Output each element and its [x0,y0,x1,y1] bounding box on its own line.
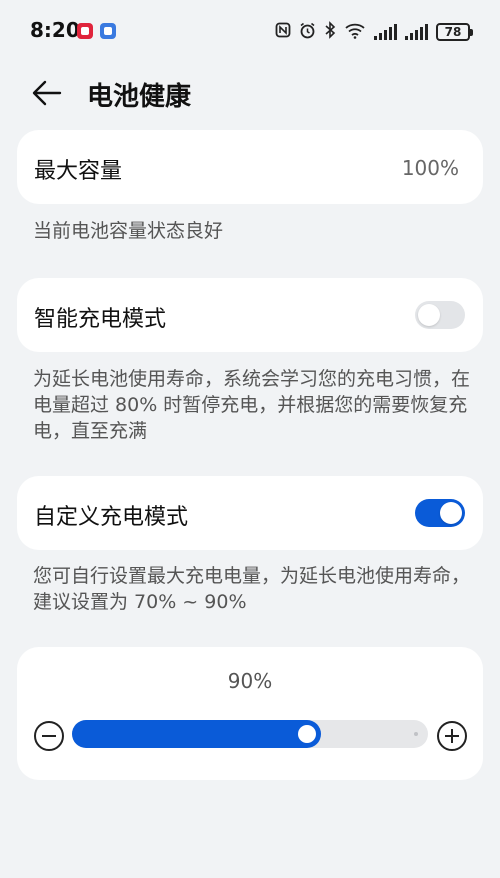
toggle-knob [418,304,440,326]
smart-charging-toggle[interactable] [415,301,465,329]
minus-circle-icon[interactable] [34,721,64,751]
status-icons: 78 [275,21,473,43]
charge-limit-value: 90% [227,669,273,693]
battery-icon: 78 [436,23,473,41]
smart-charging-description: 为延长电池使用寿命，系统会学习您的充电习惯，在电量超过 80% 时暂停充电，并根… [33,368,471,442]
custom-charging-description: 您可自行设置最大充电电量，为延长电池使用寿命，建议设置为 70% ~ 90% [33,565,471,613]
arrow-left-icon [32,80,62,106]
notification-app-icon [100,23,116,39]
max-capacity-card[interactable]: 最大容量 100% [17,130,483,204]
slider-fill [72,720,321,748]
header: 电池健康 [0,62,500,124]
status-bar: 8:20 78 [0,0,500,62]
custom-charging-toggle[interactable] [415,499,465,527]
signal-icon [405,24,428,40]
custom-charging-label: 自定义充电模式 [34,505,189,530]
nfc-icon [275,22,291,42]
signal-icon [374,24,397,40]
slider-end-dot [414,732,418,736]
page-title: 电池健康 [87,82,192,112]
charge-limit-card: 90% [17,647,483,780]
wifi-icon [344,22,366,43]
smart-charging-card: 智能充电模式 [17,278,483,352]
max-capacity-label: 最大容量 [34,159,123,184]
slider-thumb[interactable] [298,725,316,743]
plus-circle-icon[interactable] [437,721,467,751]
back-button[interactable] [30,78,64,108]
max-capacity-value: 100% [401,156,459,180]
custom-charging-card: 自定义充电模式 [17,476,483,550]
charge-limit-slider[interactable] [72,720,428,748]
max-capacity-description: 当前电池容量状态良好 [33,220,224,242]
toggle-knob [440,502,462,524]
alarm-icon [299,22,316,43]
notification-app-icon [77,23,93,39]
smart-charging-label: 智能充电模式 [34,307,167,332]
status-time: 8:20 [30,18,80,42]
bluetooth-icon [324,21,336,43]
